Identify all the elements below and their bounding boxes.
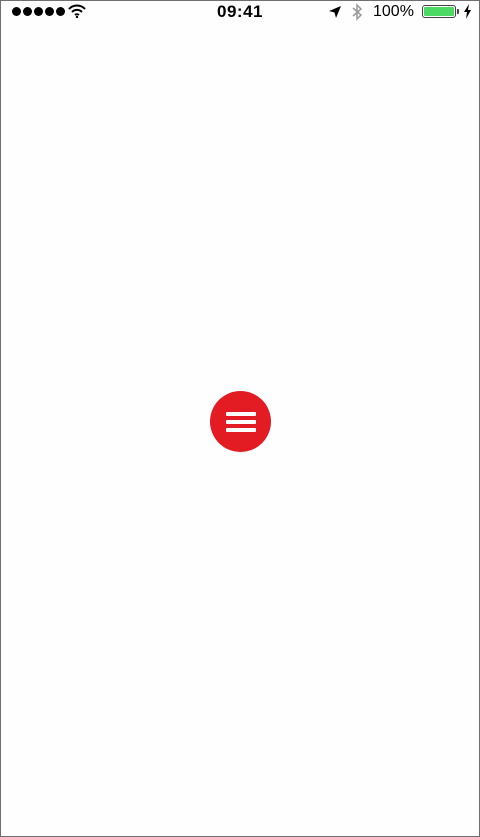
- location-arrow-icon: [329, 6, 341, 18]
- bluetooth-icon: [352, 3, 363, 21]
- battery-icon: [422, 5, 456, 18]
- main-content: [1, 25, 479, 836]
- menu-button[interactable]: [210, 391, 271, 452]
- battery-fill: [424, 7, 454, 16]
- phone-screen: 09:41 100%: [0, 0, 480, 837]
- battery-percent: 100%: [373, 3, 414, 20]
- hamburger-icon: [225, 411, 256, 432]
- battery-cap: [457, 9, 459, 14]
- hamburger-line: [225, 411, 256, 416]
- charging-bolt-icon: [464, 4, 471, 19]
- status-bar: 09:41 100%: [1, 1, 479, 25]
- hamburger-line: [225, 427, 256, 432]
- hamburger-line: [225, 419, 256, 424]
